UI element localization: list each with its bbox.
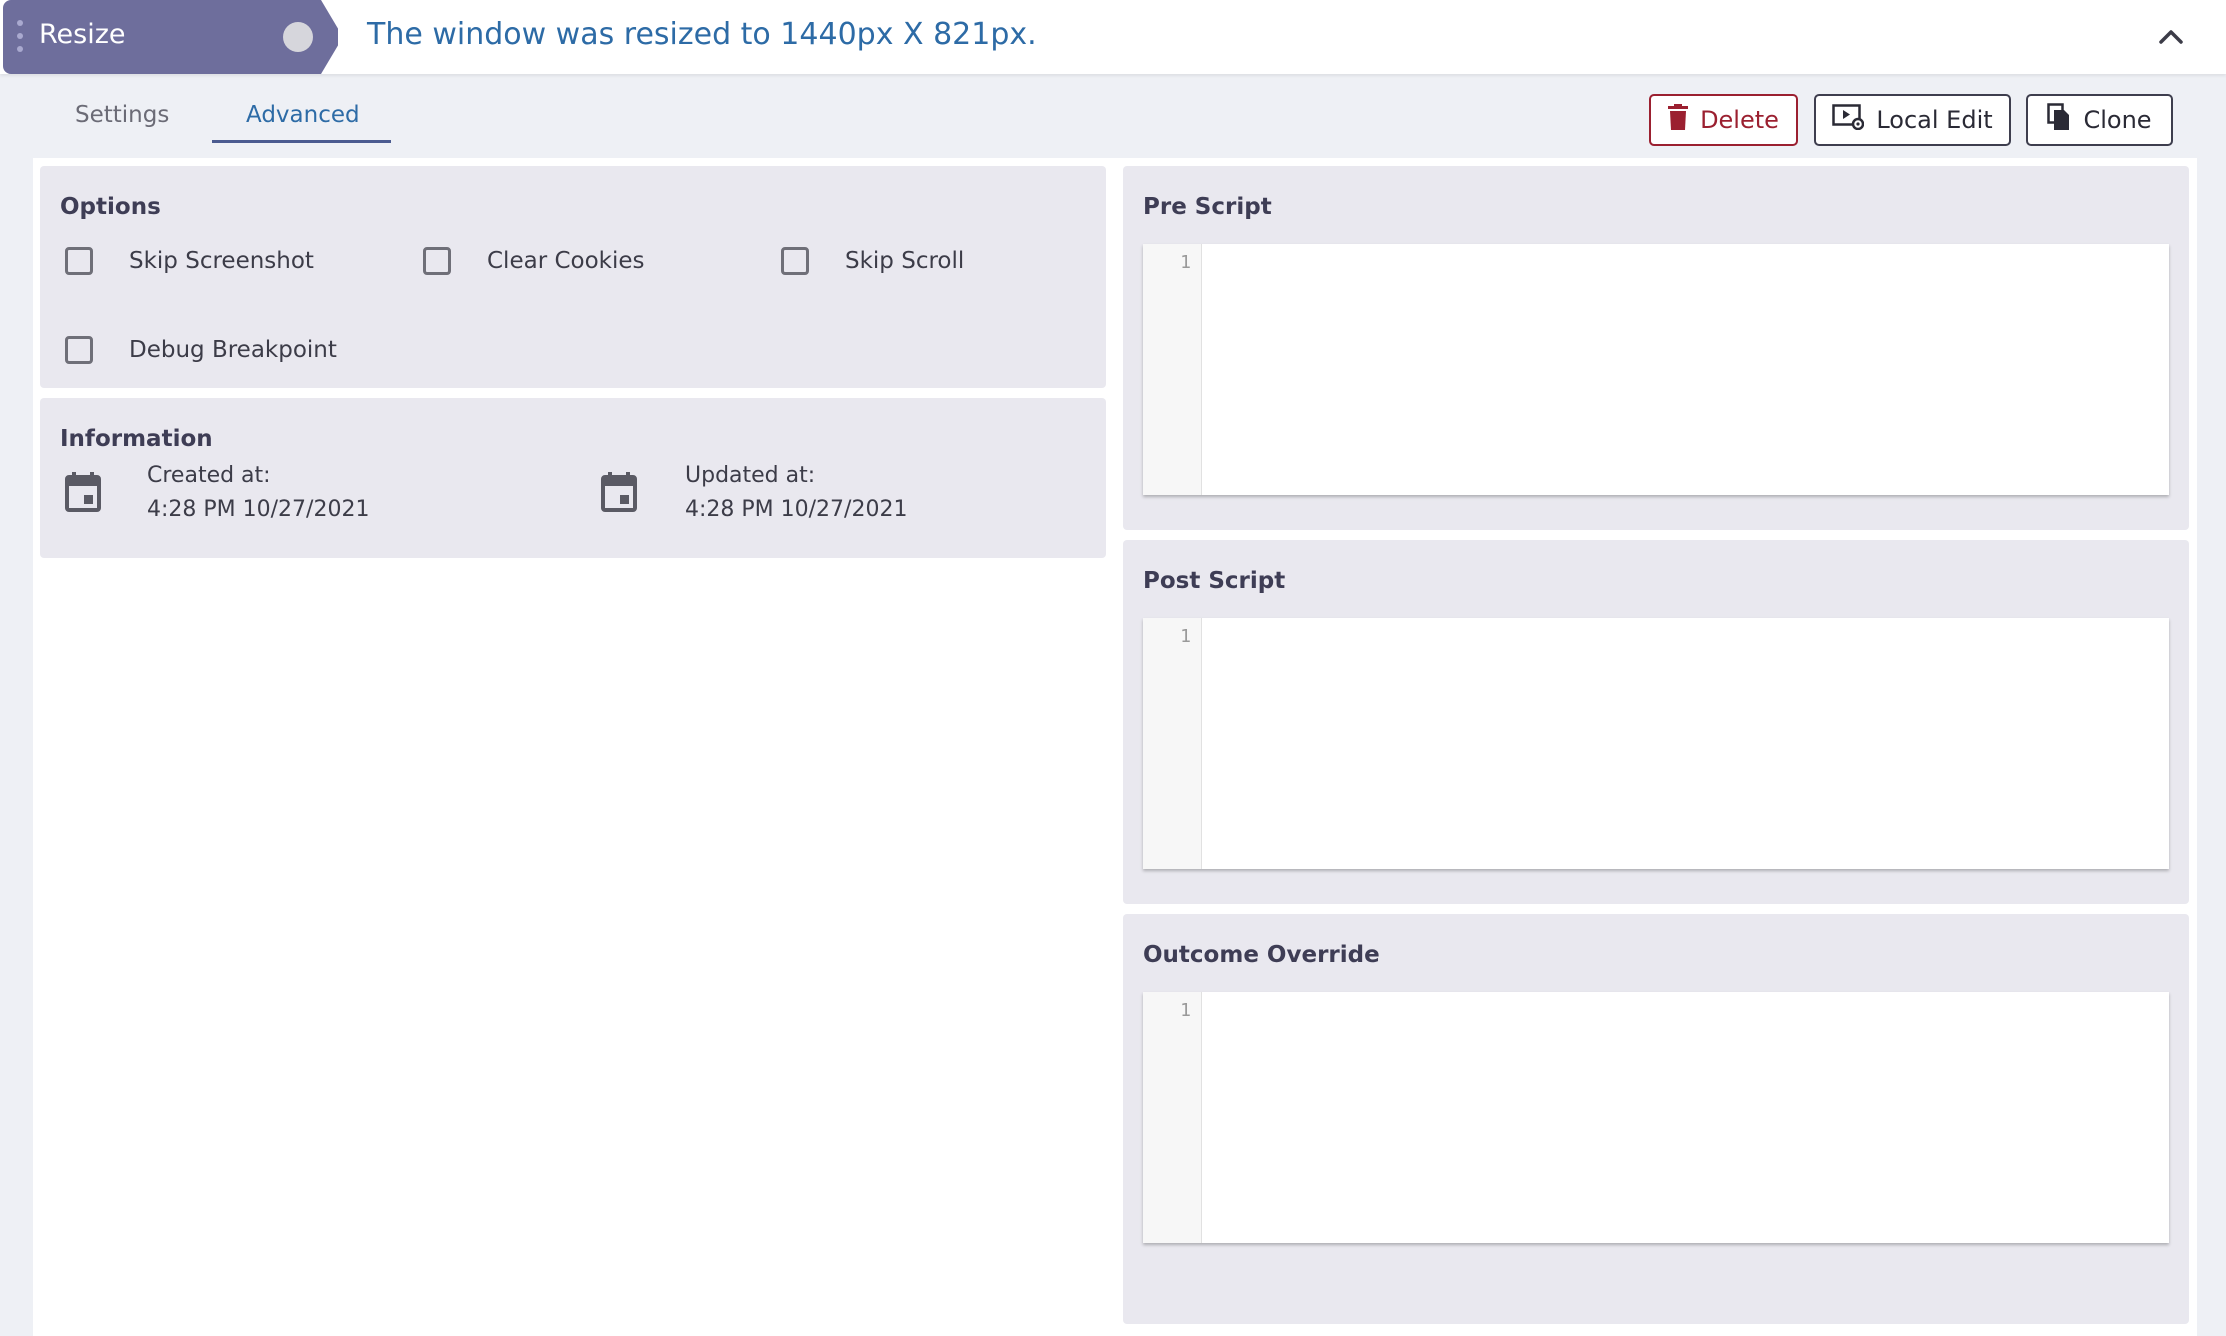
clear-cookies-option[interactable]: Clear Cookies — [423, 247, 645, 275]
editor-gutter: 1 — [1143, 244, 1202, 495]
screen-gear-icon — [1832, 104, 1865, 136]
line-number: 1 — [1180, 626, 1191, 647]
skip-scroll-checkbox[interactable] — [781, 247, 809, 275]
information-panel: Information Created at: 4:28 PM 10/27/20… — [40, 398, 1106, 558]
trash-icon — [1668, 104, 1689, 136]
pre-script-panel: Pre Script 1 — [1123, 166, 2189, 530]
options-panel: Options Skip Screenshot Clear Cookies Sk… — [40, 166, 1106, 388]
step-tag[interactable]: Resize — [3, 0, 338, 74]
step-header: Resize The window was resized to 1440px … — [0, 0, 2226, 74]
advanced-content: Options Skip Screenshot Clear Cookies Sk… — [33, 158, 2197, 1336]
post-script-title: Post Script — [1143, 568, 1286, 594]
active-tab-indicator — [212, 140, 391, 143]
delete-label: Delete — [1700, 106, 1779, 134]
chevron-up-icon[interactable] — [2156, 24, 2186, 48]
skip-screenshot-label: Skip Screenshot — [129, 248, 314, 274]
local-edit-button[interactable]: Local Edit — [1814, 94, 2011, 146]
options-title: Options — [60, 194, 161, 220]
status-indicator — [283, 22, 313, 52]
copy-icon — [2047, 103, 2071, 137]
step-name: Resize — [39, 19, 126, 50]
post-script-panel: Post Script 1 — [1123, 540, 2189, 904]
skip-screenshot-option[interactable]: Skip Screenshot — [65, 247, 314, 275]
updated-at-label: Updated at: — [685, 463, 816, 488]
clear-cookies-checkbox[interactable] — [423, 247, 451, 275]
updated-at-value: 4:28 PM 10/27/2021 — [685, 497, 908, 522]
debug-breakpoint-checkbox[interactable] — [65, 336, 93, 364]
line-number: 1 — [1180, 252, 1191, 273]
debug-breakpoint-option[interactable]: Debug Breakpoint — [65, 336, 337, 364]
tab-settings[interactable]: Settings — [75, 102, 169, 128]
clear-cookies-label: Clear Cookies — [487, 248, 645, 274]
clone-button[interactable]: Clone — [2026, 94, 2173, 146]
line-number: 1 — [1180, 1000, 1191, 1021]
outcome-override-editor[interactable]: 1 — [1143, 992, 2169, 1243]
drag-handle-icon[interactable] — [17, 20, 25, 58]
debug-breakpoint-label: Debug Breakpoint — [129, 337, 337, 363]
tab-advanced[interactable]: Advanced — [246, 102, 360, 128]
information-title: Information — [60, 426, 213, 452]
created-at-label: Created at: — [147, 463, 271, 488]
calendar-icon — [65, 472, 101, 527]
pre-script-title: Pre Script — [1143, 194, 1272, 220]
editor-gutter: 1 — [1143, 618, 1202, 869]
calendar-icon — [601, 472, 637, 527]
outcome-override-title: Outcome Override — [1143, 942, 1380, 968]
updated-at-info: Updated at: 4:28 PM 10/27/2021 — [601, 463, 908, 527]
delete-button[interactable]: Delete — [1649, 94, 1798, 146]
post-script-editor[interactable]: 1 — [1143, 618, 2169, 869]
pre-script-editor[interactable]: 1 — [1143, 244, 2169, 495]
editor-gutter: 1 — [1143, 992, 1202, 1243]
skip-screenshot-checkbox[interactable] — [65, 247, 93, 275]
skip-scroll-option[interactable]: Skip Scroll — [781, 247, 964, 275]
outcome-override-panel: Outcome Override 1 — [1123, 914, 2189, 1324]
local-edit-label: Local Edit — [1876, 106, 1993, 134]
skip-scroll-label: Skip Scroll — [845, 248, 965, 274]
created-at-value: 4:28 PM 10/27/2021 — [147, 497, 370, 522]
created-at-info: Created at: 4:28 PM 10/27/2021 — [65, 463, 370, 527]
clone-label: Clone — [2083, 106, 2152, 134]
step-result-message: The window was resized to 1440px X 821px… — [367, 17, 1037, 52]
